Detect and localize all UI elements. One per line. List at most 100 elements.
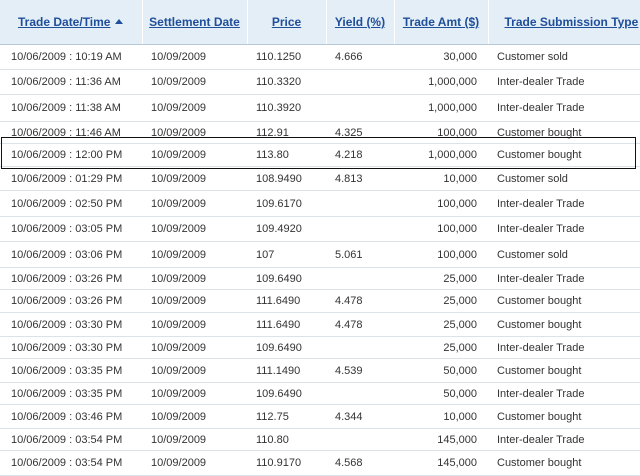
cell-yield [326,216,394,242]
trade-history-table: Trade Date/Time Settlement Date Price Yi… [0,0,640,476]
cell-trade-date: 10/06/2009 : 03:54 PM [0,450,142,476]
cell-submission-type: Customer bought [488,404,640,429]
cell-trade-amt: 100,000 [394,241,488,268]
table-row[interactable]: 10/06/2009 : 03:26 PM 10/09/2009 109.6490 2… [0,267,640,290]
cell-settlement-date: 10/09/2009 [142,190,247,217]
table-row[interactable]: 10/06/2009 : 02:50 PM 10/09/2009 109.6170 1… [0,190,640,217]
cell-yield: 5.061 [326,241,394,268]
cell-yield [326,190,394,217]
column-header-settlement-date[interactable]: Settlement Date [142,0,248,45]
cell-submission-type: Customer bought [488,358,640,383]
sort-ascending-icon [115,19,124,25]
cell-yield: 4.666 [326,44,394,70]
cell-trade-amt: 25,000 [394,312,488,337]
table-row[interactable]: 10/06/2009 : 11:46 AM 10/09/2009 112.91 4.3… [0,121,640,144]
cell-yield [326,428,394,451]
cell-trade-date: 10/06/2009 : 02:50 PM [0,190,142,217]
column-header-label: Trade Date/Time [18,15,111,29]
cell-trade-amt: 30,000 [394,44,488,70]
cell-trade-date: 10/06/2009 : 11:46 AM [0,121,142,144]
table-row[interactable]: 10/06/2009 : 03:54 PM 10/09/2009 110.80 145… [0,428,640,451]
cell-trade-amt: 1,000,000 [394,94,488,122]
column-header-yield[interactable]: Yield (%) [326,0,395,45]
cell-trade-date: 10/06/2009 : 03:05 PM [0,216,142,242]
table-row[interactable]: 10/06/2009 : 11:36 AM 10/09/2009 110.3320 1… [0,69,640,95]
column-header-trade-amt[interactable]: Trade Amt ($) [394,0,489,45]
cell-price: 111.6490 [247,289,326,313]
table-row[interactable]: 10/06/2009 : 10:19 AM 10/09/2009 110.1250 4… [0,44,640,70]
table-row[interactable]: 10/06/2009 : 11:38 AM 10/09/2009 110.3920 1… [0,94,640,122]
cell-settlement-date: 10/09/2009 [142,143,247,167]
cell-yield: 4.344 [326,404,394,429]
cell-submission-type: Inter-dealer Trade [488,190,640,217]
table-row[interactable]: 10/06/2009 : 03:05 PM 10/09/2009 109.4920 1… [0,216,640,242]
cell-price: 109.6490 [247,336,326,359]
cell-yield [326,94,394,122]
cell-submission-type: Inter-dealer Trade [488,382,640,405]
cell-yield: 4.568 [326,450,394,476]
cell-trade-date: 10/06/2009 : 01:29 PM [0,166,142,191]
column-header-price[interactable]: Price [247,0,327,45]
cell-price: 108.9490 [247,166,326,191]
table-row[interactable]: 10/06/2009 : 03:06 PM 10/09/2009 107 5.061 1… [0,241,640,268]
cell-trade-amt: 100,000 [394,216,488,242]
cell-submission-type: Inter-dealer Trade [488,94,640,122]
cell-submission-type: Inter-dealer Trade [488,428,640,451]
cell-submission-type: Inter-dealer Trade [488,336,640,359]
cell-trade-amt: 25,000 [394,336,488,359]
table-header-row: Trade Date/Time Settlement Date Price Yi… [0,0,640,45]
cell-settlement-date: 10/09/2009 [142,358,247,383]
cell-trade-amt: 145,000 [394,428,488,451]
cell-yield [326,69,394,95]
table-row[interactable]: 10/06/2009 : 12:00 PM 10/09/2009 113.80 4.2… [0,143,640,167]
cell-submission-type: Customer bought [488,312,640,337]
cell-trade-amt: 25,000 [394,289,488,313]
cell-trade-date: 10/06/2009 : 10:19 AM [0,44,142,70]
table-row[interactable]: 10/06/2009 : 03:35 PM 10/09/2009 111.1490 4… [0,358,640,383]
cell-settlement-date: 10/09/2009 [142,94,247,122]
cell-price: 109.6490 [247,382,326,405]
cell-submission-type: Customer sold [488,44,640,70]
cell-price: 109.6170 [247,190,326,217]
cell-trade-date: 10/06/2009 : 03:35 PM [0,382,142,405]
cell-yield [326,382,394,405]
cell-trade-amt: 145,000 [394,450,488,476]
cell-trade-date: 10/06/2009 : 11:36 AM [0,69,142,95]
cell-submission-type: Customer bought [488,143,640,167]
column-header-label: Settlement Date [149,15,240,29]
column-header-trade-date[interactable]: Trade Date/Time [0,0,143,45]
cell-yield: 4.325 [326,121,394,144]
cell-trade-date: 10/06/2009 : 03:30 PM [0,312,142,337]
cell-yield: 4.218 [326,143,394,167]
cell-trade-date: 10/06/2009 : 03:06 PM [0,241,142,268]
cell-yield [326,267,394,290]
cell-price: 111.1490 [247,358,326,383]
cell-yield: 4.478 [326,289,394,313]
cell-price: 109.4920 [247,216,326,242]
cell-price: 112.75 [247,404,326,429]
cell-submission-type: Inter-dealer Trade [488,69,640,95]
cell-yield [326,336,394,359]
table-row[interactable]: 10/06/2009 : 03:30 PM 10/09/2009 109.6490 2… [0,336,640,359]
table-row[interactable]: 10/06/2009 : 03:30 PM 10/09/2009 111.6490 4… [0,312,640,337]
cell-settlement-date: 10/09/2009 [142,312,247,337]
cell-trade-date: 10/06/2009 : 03:35 PM [0,358,142,383]
cell-settlement-date: 10/09/2009 [142,44,247,70]
cell-submission-type: Inter-dealer Trade [488,216,640,242]
cell-price: 110.3920 [247,94,326,122]
column-header-submission-type[interactable]: Trade Submission Type [488,0,640,45]
cell-trade-amt: 25,000 [394,267,488,290]
cell-submission-type: Customer bought [488,289,640,313]
cell-submission-type: Customer sold [488,166,640,191]
cell-trade-amt: 100,000 [394,190,488,217]
cell-yield: 4.478 [326,312,394,337]
cell-price: 113.80 [247,143,326,167]
cell-settlement-date: 10/09/2009 [142,289,247,313]
cell-submission-type: Customer bought [488,121,640,144]
table-row[interactable]: 10/06/2009 : 03:35 PM 10/09/2009 109.6490 5… [0,382,640,405]
table-row[interactable]: 10/06/2009 : 01:29 PM 10/09/2009 108.9490 4… [0,166,640,191]
table-row[interactable]: 10/06/2009 : 03:54 PM 10/09/2009 110.9170 4… [0,450,640,476]
cell-settlement-date: 10/09/2009 [142,428,247,451]
table-row[interactable]: 10/06/2009 : 03:46 PM 10/09/2009 112.75 4.3… [0,404,640,429]
table-row[interactable]: 10/06/2009 : 03:26 PM 10/09/2009 111.6490 4… [0,289,640,313]
